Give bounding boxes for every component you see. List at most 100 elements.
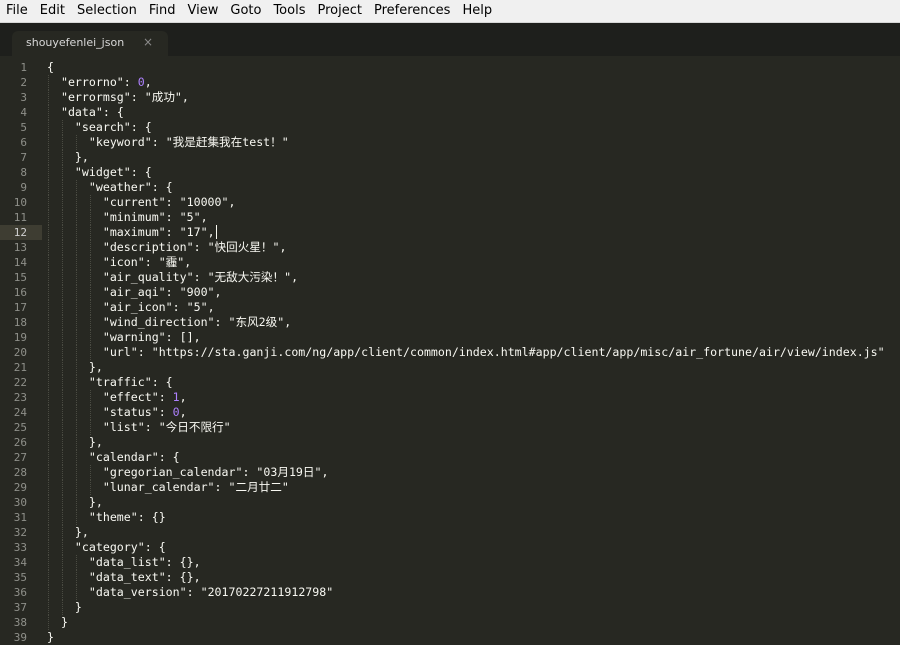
line-number: 32 bbox=[13, 526, 27, 539]
menu-goto[interactable]: Goto bbox=[224, 0, 267, 22]
json-punct bbox=[47, 345, 103, 359]
code-line: "errorno": 0, bbox=[47, 75, 152, 90]
indent-guide bbox=[62, 240, 63, 255]
json-punct bbox=[47, 540, 75, 554]
menu-preferences[interactable]: Preferences bbox=[368, 0, 456, 22]
line-number: 13 bbox=[13, 241, 27, 254]
json-punct: , bbox=[321, 465, 329, 479]
code-line: "effect": 1, bbox=[47, 390, 187, 405]
indent-guide bbox=[76, 345, 77, 360]
indent-guide bbox=[48, 210, 49, 225]
code-line: "traffic": { bbox=[47, 375, 173, 390]
json-punct bbox=[47, 315, 103, 329]
code-line: "category": { bbox=[47, 540, 166, 555]
menu-tools[interactable]: Tools bbox=[267, 0, 311, 22]
line-number: 16 bbox=[13, 286, 27, 299]
indent-guide bbox=[48, 360, 49, 375]
json-punct: , bbox=[144, 75, 152, 89]
indent-guide bbox=[76, 420, 77, 435]
json-punct: : bbox=[144, 255, 159, 269]
indent-guide bbox=[90, 390, 91, 405]
code-area[interactable]: { "errorno": 0, "errormsg": "成功", "data"… bbox=[47, 56, 900, 645]
menu-selection[interactable]: Selection bbox=[71, 0, 143, 22]
indent-guide bbox=[62, 555, 63, 570]
json-key: "status" bbox=[102, 405, 159, 419]
menu-file[interactable]: File bbox=[0, 0, 34, 22]
menu-view[interactable]: View bbox=[182, 0, 225, 22]
json-string: "5" bbox=[186, 300, 208, 314]
code-line: "errormsg": "成功", bbox=[47, 90, 189, 105]
json-punct: }, bbox=[47, 360, 103, 374]
indent-guide bbox=[76, 300, 77, 315]
indent-guide bbox=[90, 315, 91, 330]
line-number: 6 bbox=[20, 136, 27, 149]
indent-guide bbox=[48, 435, 49, 450]
code-line: "maximum": "17", bbox=[47, 225, 215, 240]
json-key: "errorno" bbox=[60, 75, 124, 89]
json-string: "https://sta.ganji.com/ng/app/client/com… bbox=[151, 345, 885, 359]
close-icon[interactable]: × bbox=[143, 35, 153, 49]
indent-guide bbox=[48, 570, 49, 585]
json-string: "东风2级" bbox=[228, 315, 285, 329]
json-punct bbox=[47, 210, 103, 224]
indent-guide bbox=[76, 255, 77, 270]
json-punct bbox=[47, 300, 103, 314]
indent-guide bbox=[62, 570, 63, 585]
code-editor[interactable]: 1 2 3 4 5 6 7 8 9 10 11 12 13 14 15 16 17 18 19 20 21 22 23 24 2… bbox=[0, 56, 900, 645]
indent-guide bbox=[48, 300, 49, 315]
indent-guide bbox=[48, 615, 49, 630]
indent-guide bbox=[76, 585, 77, 600]
indent-guide bbox=[76, 375, 77, 390]
indent-guide bbox=[90, 405, 91, 420]
menu-edit[interactable]: Edit bbox=[34, 0, 71, 22]
indent-guide bbox=[48, 480, 49, 495]
json-punct: : bbox=[130, 90, 145, 104]
json-key: "category" bbox=[74, 540, 145, 554]
json-punct: , bbox=[214, 285, 222, 299]
menu-find[interactable]: Find bbox=[143, 0, 182, 22]
code-line: } bbox=[47, 630, 54, 645]
json-string: "17" bbox=[179, 225, 208, 239]
indent-guide bbox=[62, 255, 63, 270]
json-key: "widget" bbox=[74, 165, 131, 179]
indent-guide bbox=[76, 435, 77, 450]
indent-guide bbox=[62, 225, 63, 240]
indent-guide bbox=[76, 480, 77, 495]
json-punct bbox=[47, 120, 75, 134]
indent-guide bbox=[90, 270, 91, 285]
tab-shouyefenlei-json[interactable]: shouyefenlei_json × bbox=[12, 31, 168, 56]
json-string: "10000" bbox=[179, 195, 229, 209]
line-number: 14 bbox=[13, 256, 27, 269]
tab-bar: shouyefenlei_json × bbox=[0, 23, 900, 56]
code-line: } bbox=[47, 615, 68, 630]
json-punct: } bbox=[47, 600, 82, 614]
json-number: 0 bbox=[137, 75, 145, 89]
indent-guide bbox=[48, 165, 49, 180]
indent-guide bbox=[48, 375, 49, 390]
code-line: } bbox=[47, 600, 82, 615]
json-string: "20170227211912798" bbox=[200, 585, 334, 599]
indent-guide bbox=[62, 405, 63, 420]
code-line: "data_text": {}, bbox=[47, 570, 201, 585]
json-punct bbox=[47, 480, 103, 494]
indent-guide bbox=[62, 330, 63, 345]
code-line: }, bbox=[47, 150, 89, 165]
menu-help[interactable]: Help bbox=[456, 0, 498, 22]
json-punct: }, bbox=[47, 150, 89, 164]
indent-guide bbox=[76, 195, 77, 210]
indent-guide bbox=[76, 555, 77, 570]
indent-guide bbox=[48, 420, 49, 435]
indent-guide bbox=[76, 270, 77, 285]
menu-project[interactable]: Project bbox=[311, 0, 367, 22]
indent-guide bbox=[76, 465, 77, 480]
code-line: "warning": [], bbox=[47, 330, 201, 345]
indent-guide bbox=[48, 600, 49, 615]
indent-guide bbox=[90, 195, 91, 210]
code-line: "calendar": { bbox=[47, 450, 180, 465]
line-number: 23 bbox=[13, 391, 27, 404]
code-line: "url": "https://sta.ganji.com/ng/app/cli… bbox=[47, 345, 885, 360]
json-key: "keyword" bbox=[88, 135, 152, 149]
indent-guide bbox=[90, 420, 91, 435]
json-punct: : bbox=[186, 585, 201, 599]
json-punct bbox=[47, 75, 61, 89]
